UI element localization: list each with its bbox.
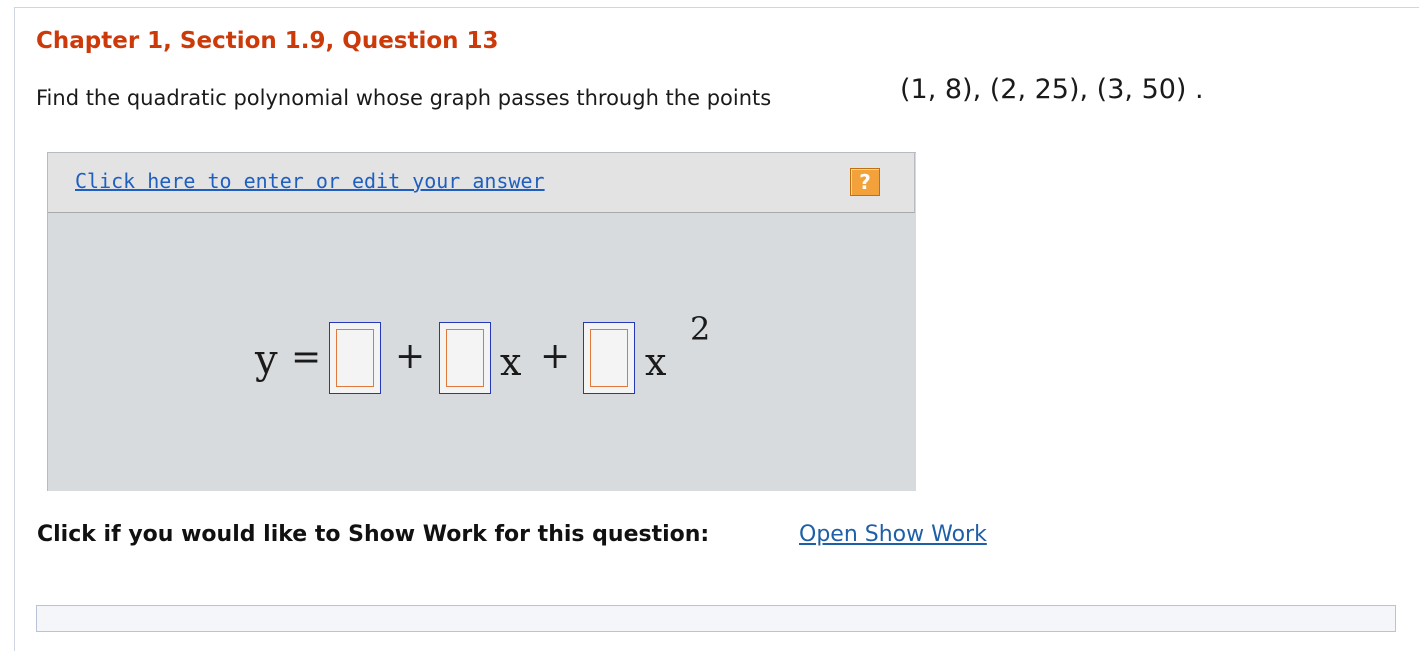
equation-plus-1: + (395, 336, 426, 377)
equation-x-2: x (645, 340, 667, 384)
question-mark-icon[interactable]: ? (850, 168, 880, 196)
question-points: (1, 8), (2, 25), (3, 50) . (900, 74, 1204, 105)
constant-term-input[interactable] (329, 322, 381, 394)
linear-coefficient-input[interactable] (439, 322, 491, 394)
answer-panel-header: Click here to enter or edit your answer … (48, 153, 915, 213)
bottom-bar (36, 605, 1396, 632)
question-prompt: Find the quadratic polynomial whose grap… (36, 86, 772, 110)
equation-x-1: x (500, 340, 522, 384)
quadratic-coefficient-input[interactable] (583, 322, 635, 394)
equation-exponent: 2 (690, 310, 711, 348)
open-show-work-link[interactable]: Open Show Work (799, 522, 987, 547)
equation-plus-2: + (540, 336, 571, 377)
show-work-label: Click if you would like to Show Work for… (37, 522, 710, 547)
question-title: Chapter 1, Section 1.9, Question 13 (36, 28, 499, 54)
equation-y: y (255, 337, 278, 383)
edit-answer-link[interactable]: Click here to enter or edit your answer (75, 169, 545, 193)
equation-equals: = (291, 337, 322, 378)
